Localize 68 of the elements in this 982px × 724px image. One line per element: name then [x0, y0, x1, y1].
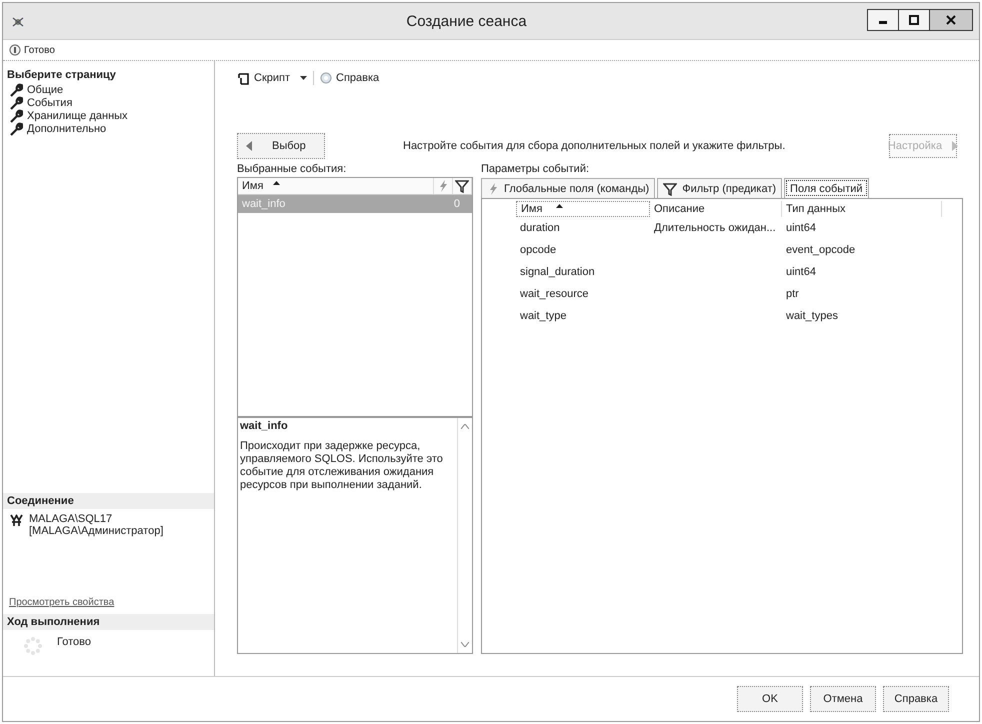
description-title: wait_info [240, 420, 289, 432]
sort-arrow-icon [556, 204, 564, 208]
section-label: Параметры событий: [481, 163, 590, 177]
section-heading: Ход выполнения [3, 614, 214, 630]
scroll-down-icon [461, 642, 469, 647]
wrench-icon [9, 122, 23, 136]
spinner-icon [23, 636, 43, 656]
table-cell-text: duration [519, 222, 561, 234]
close-icon [946, 15, 956, 25]
table-cell-text: wait_type [519, 310, 568, 322]
description-text: Происходит при задержке ресурса, управляемого SQLOS. Используйте это событие для отслеживания ожидания ресурсов при выполнении заданий. [240, 440, 444, 492]
column-header[interactable] [453, 178, 472, 194]
view-properties-link[interactable]: Просмотреть свойства [3, 595, 214, 614]
close-button[interactable] [929, 9, 973, 31]
section-heading: Соединение [3, 493, 214, 509]
dropdown-caret-icon [300, 76, 308, 80]
status-text: Готово [24, 44, 55, 56]
scroll-bar[interactable] [457, 418, 472, 653]
wrench-icon [9, 96, 23, 110]
minimize-button[interactable] [867, 9, 899, 31]
page-item[interactable]: Общие [3, 83, 214, 96]
bolt-icon [437, 179, 449, 193]
tab[interactable]: Поля событий [784, 178, 869, 198]
instruction-text: Настройте события для сбора дополнительных полей и укажите фильтры. [403, 140, 786, 152]
page-item[interactable]: События [3, 96, 214, 109]
table-cell-text: Длительность ожидан... [653, 222, 777, 234]
dialog-button[interactable]: Справка [883, 686, 949, 712]
section-heading: Выберите страницу [6, 68, 117, 83]
filter-icon [663, 182, 678, 196]
filter-icon [455, 179, 469, 193]
table-cell-text: signal_duration [519, 266, 596, 278]
info-icon [9, 44, 21, 56]
column-header[interactable]: Описание [650, 201, 782, 217]
table-cell-text: opcode [519, 244, 558, 256]
user-name: [MALAGA\Администратор] [29, 525, 164, 537]
column-header[interactable]: Имя [516, 201, 650, 217]
table-cell-text: wait_resource [519, 288, 590, 300]
back-arrow-icon [246, 141, 252, 151]
help-icon [320, 72, 332, 84]
tab[interactable]: Фильтр (предикат) [657, 178, 782, 198]
forward-arrow-icon [952, 141, 958, 151]
progress-status: Готово [57, 636, 91, 648]
maximize-icon [909, 15, 919, 25]
script-icon [237, 72, 250, 84]
scroll-up-icon [461, 424, 469, 429]
script-button[interactable]: Скрипт [237, 72, 308, 84]
table-cell-text: ptr [785, 288, 800, 300]
wrench-icon [9, 82, 23, 96]
sort-arrow-icon [273, 181, 280, 185]
dialog-button[interactable]: Отмена [810, 686, 876, 712]
table-cell-text: wait_types [785, 310, 839, 322]
maximize-button[interactable] [898, 9, 930, 31]
table-cell-text: uint64 [785, 266, 817, 278]
help-button[interactable]: Справка [320, 72, 380, 84]
bolt-icon [487, 182, 499, 196]
table-cell-text: event_opcode [785, 244, 856, 256]
page-item[interactable]: Дополнительно [3, 122, 214, 135]
section-label: Выбранные события: [237, 163, 348, 177]
server-name: MALAGA\SQL17 [29, 513, 114, 525]
back-button[interactable]: Выбор [237, 133, 325, 159]
connection-icon [9, 513, 23, 527]
tab[interactable]: Глобальные поля (команды) [481, 178, 656, 198]
table-cell-text: uint64 [785, 222, 817, 234]
wrench-icon [9, 108, 23, 122]
page-item[interactable]: Хранилище данных [3, 109, 214, 122]
window-title: Создание сеанса [405, 12, 528, 30]
column-header[interactable]: Тип данных [782, 201, 942, 217]
dialog-button[interactable]: OK [737, 686, 803, 712]
